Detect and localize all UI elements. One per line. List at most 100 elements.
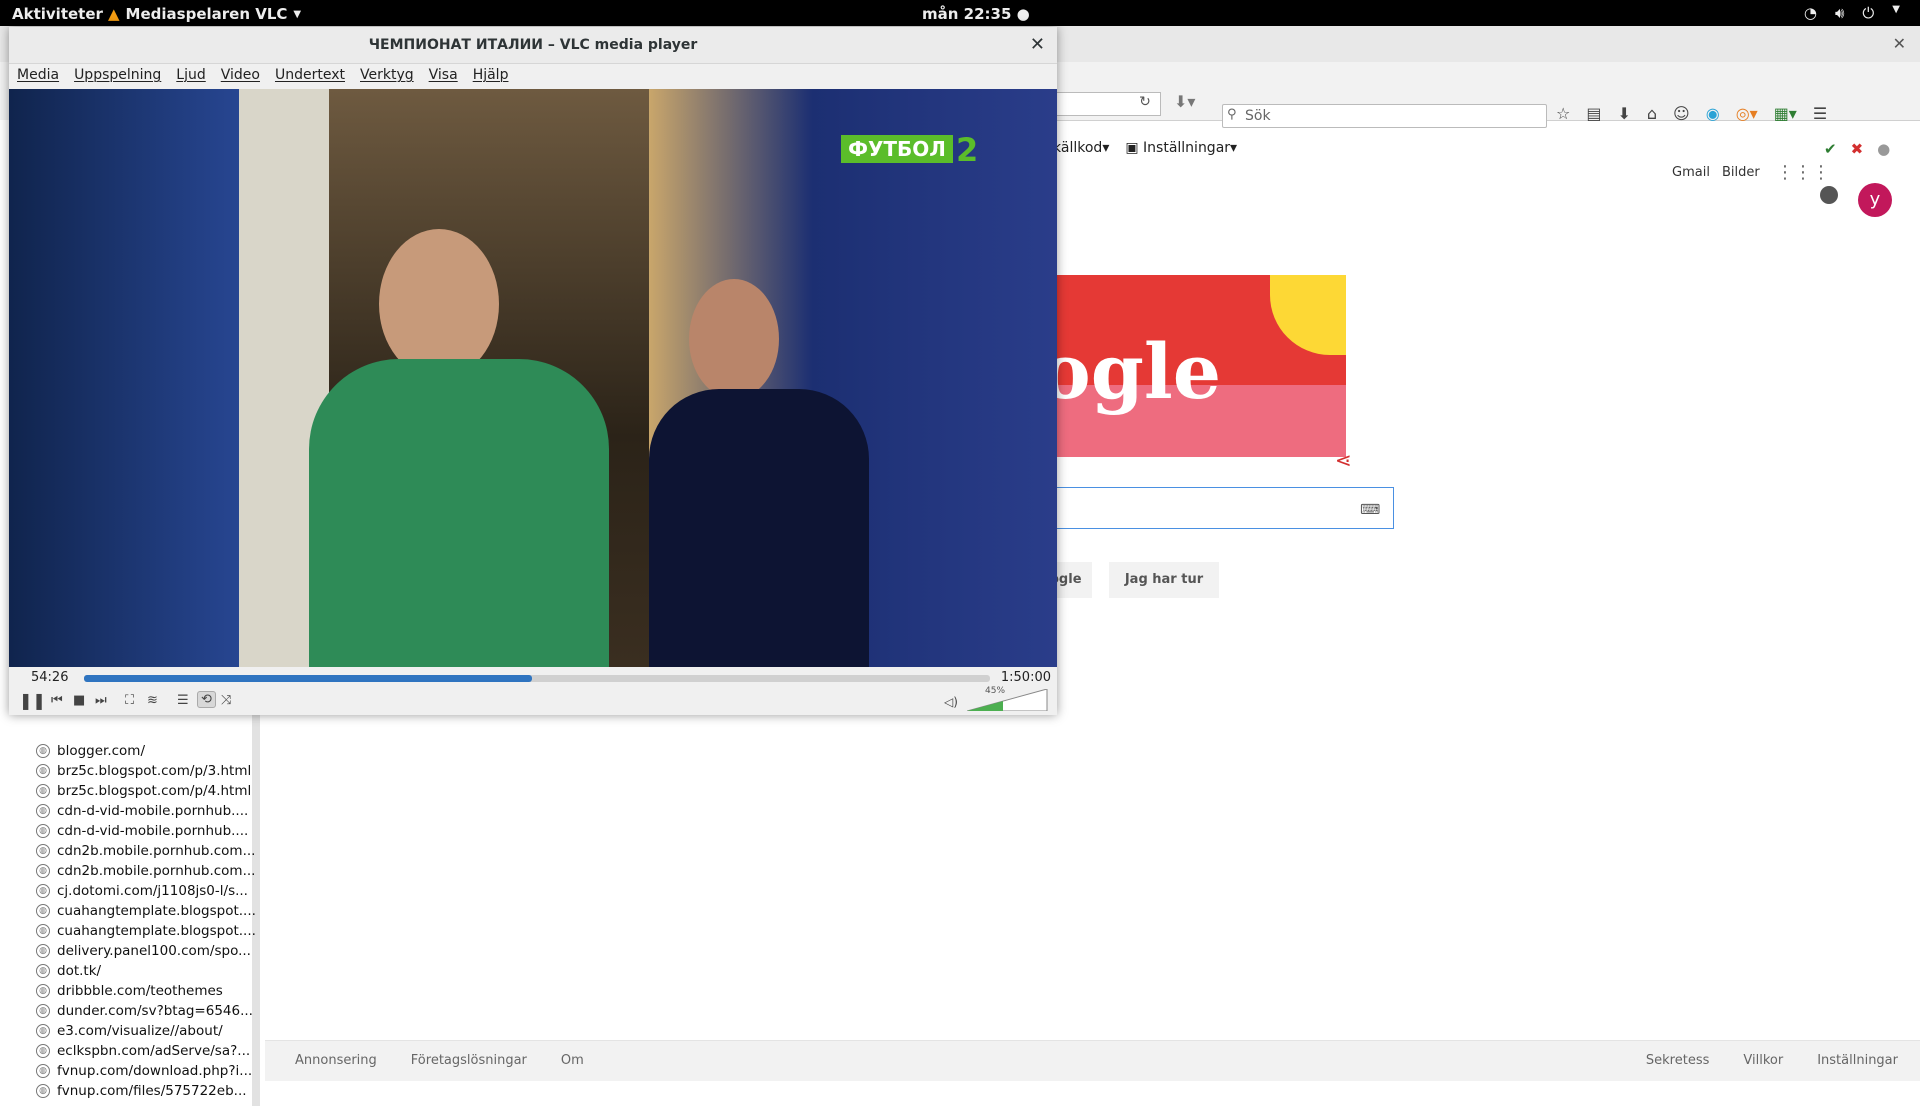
downloads-icon[interactable]: ⬇ [1617, 104, 1630, 123]
globe-icon: ◍ [36, 984, 50, 998]
footer-link-terms[interactable]: Villkor [1743, 1053, 1783, 1068]
menu-audio[interactable]: Ljud [176, 67, 205, 83]
channel-logo-number: 2 [956, 131, 979, 169]
menu-view[interactable]: Visa [429, 67, 458, 83]
menu-subtitle[interactable]: Undertext [275, 67, 345, 83]
playlist-icon[interactable]: ☰ [177, 693, 189, 708]
history-item[interactable]: ◍ dot.tk/ [36, 961, 256, 981]
stop-icon[interactable]: ■ [73, 693, 85, 708]
reading-list-icon[interactable]: ▤ [1586, 104, 1601, 123]
history-item[interactable]: ◍ blogger.com/ [36, 741, 256, 761]
history-item[interactable]: ◍ cdn2b.mobile.pornhub.com... [36, 861, 256, 881]
speaker-icon[interactable]: ◁) [944, 695, 958, 709]
footer-link-privacy[interactable]: Sekretess [1646, 1053, 1709, 1068]
top-bar: Aktiviteter ▲ Mediaspelaren VLC ▼ mån 22… [0, 0, 1920, 26]
history-item[interactable]: ◍ delivery.panel100.com/spo... [36, 941, 256, 961]
feeling-lucky-button[interactable]: Jag har tur [1109, 562, 1219, 598]
next-icon[interactable]: ⏭ [95, 693, 107, 708]
footer-link-advertising[interactable]: Annonsering [295, 1053, 377, 1068]
chevron-down-icon: ▼ [293, 8, 302, 20]
circle-icon[interactable]: ● [1877, 140, 1890, 158]
images-link[interactable]: Bilder [1722, 165, 1760, 180]
history-item[interactable]: ◍ brz5c.blogspot.com/p/4.html [36, 781, 256, 801]
history-item[interactable]: ◍ e3.com/visualize//about/ [36, 1021, 256, 1041]
activities-button[interactable]: Aktiviteter [12, 5, 103, 23]
history-item-label: dunder.com/sv?btag=6546... [57, 1003, 253, 1019]
history-item[interactable]: ◍ dunder.com/sv?btag=6546... [36, 1001, 256, 1021]
history-item-label: brz5c.blogspot.com/p/3.html [57, 763, 252, 779]
video-player-figure [649, 389, 869, 667]
apps-grid-icon[interactable]: ⋮⋮⋮ [1776, 162, 1830, 183]
seek-bar[interactable] [84, 675, 990, 682]
video-area[interactable]: ФУТБОЛ 2 [9, 89, 1057, 667]
history-item[interactable]: ◍ eclkspbn.com/adServe/sa?... [36, 1041, 256, 1061]
history-item-label: cdn-d-vid-mobile.pornhub.... [57, 803, 249, 819]
history-item[interactable]: ◍ cdn-d-vid-mobile.pornhub.... [36, 801, 256, 821]
close-icon[interactable]: ✕ [1893, 34, 1906, 53]
loop-icon[interactable]: ⟲ [197, 691, 216, 708]
history-item[interactable]: ◍ dribbble.com/teothemes [36, 981, 256, 1001]
history-item[interactable]: ◍ fvnup.com/files/575722eb... [36, 1081, 256, 1101]
share-icon[interactable]: ⋖ [1335, 448, 1352, 472]
bookmark-star-icon[interactable]: ☆ [1556, 104, 1570, 123]
volume-icon: 🔊︎ [1834, 4, 1845, 22]
equalizer-icon[interactable]: ≋ [147, 693, 158, 708]
extension-icon[interactable]: ▦▾ [1774, 104, 1797, 123]
chevron-down-icon: ▼ [1892, 4, 1900, 15]
history-item-label: dribbble.com/teothemes [57, 983, 223, 999]
globe-icon: ◍ [36, 964, 50, 978]
reload-icon[interactable]: ↻ [1132, 94, 1158, 114]
history-item[interactable]: ◍ fvnup.com/download.php?i... [36, 1061, 256, 1081]
history-item-label: cj.dotomi.com/j1108js0-l/s... [57, 883, 248, 899]
doodle-text: ogle [1040, 327, 1222, 416]
addon-icon[interactable]: ◎▾ [1736, 104, 1758, 123]
history-item[interactable]: ◍ brz5c.blogspot.com/p/3.html [36, 761, 256, 781]
clock[interactable]: mån 22:35 ● [922, 5, 1030, 23]
history-item-label: cuahangtemplate.blogspot.... [57, 923, 256, 939]
channel-logo: ФУТБОЛ 2 [841, 131, 984, 169]
download-menu-icon[interactable]: ⬇▾ [1174, 92, 1195, 111]
globe-icon: ◍ [36, 764, 50, 778]
block-icon[interactable]: ✖ [1851, 140, 1864, 158]
footer-link-settings[interactable]: Inställningar [1817, 1053, 1898, 1068]
vlc-window: ЧЕМПИОНАТ ИТАЛИИ – VLC media player ✕ Me… [9, 27, 1057, 715]
gmail-link[interactable]: Gmail [1672, 165, 1710, 180]
system-tray[interactable]: ◔ 🔊︎ ⏻ ▼ [1804, 4, 1900, 22]
notifications-icon[interactable] [1820, 186, 1838, 204]
menu-playback[interactable]: Uppspelning [74, 67, 161, 83]
status-icons: ✔ ✖ ● [1824, 140, 1890, 158]
chat-icon[interactable]: ☺ [1673, 104, 1690, 123]
history-item-label: eclkspbn.com/adServe/sa?... [57, 1043, 251, 1059]
app-menu[interactable]: ▲ Mediaspelaren VLC ▼ [108, 5, 301, 23]
close-icon[interactable]: ✕ [1030, 34, 1045, 55]
vlc-titlebar[interactable]: ЧЕМПИОНАТ ИТАЛИИ – VLC media player ✕ [9, 27, 1057, 64]
history-item[interactable]: ◍ cuahangtemplate.blogspot.... [36, 921, 256, 941]
history-item[interactable]: ◍ cuahangtemplate.blogspot.... [36, 901, 256, 921]
history-item[interactable]: ◍ cdn2b.mobile.pornhub.com... [36, 841, 256, 861]
home-icon[interactable]: ⌂ [1647, 104, 1657, 123]
volume-slider[interactable]: 45% [967, 686, 1053, 711]
previous-icon[interactable]: ⏮ [51, 693, 63, 708]
menu-help[interactable]: Hjälp [473, 67, 509, 83]
footer-link-business[interactable]: Företagslösningar [411, 1053, 527, 1068]
menu-media[interactable]: Media [17, 67, 59, 83]
pause-icon[interactable]: ❚❚ [19, 691, 46, 710]
hamburger-menu-icon[interactable]: ☰ [1813, 104, 1827, 123]
sync-icon[interactable]: ◉ [1706, 104, 1720, 123]
video-player-figure [379, 229, 499, 379]
shuffle-icon[interactable]: ⤨ [221, 693, 231, 708]
footer-link-about[interactable]: Om [561, 1053, 584, 1068]
menu-video[interactable]: Video [221, 67, 260, 83]
globe-icon: ◍ [36, 944, 50, 958]
fullscreen-icon[interactable]: ⛶ [125, 693, 134, 708]
menu-tools[interactable]: Verktyg [360, 67, 414, 83]
search-input[interactable]: ⚲ Sök [1222, 104, 1547, 128]
app-menu-label: Mediaspelaren VLC [125, 5, 288, 23]
avatar[interactable]: y [1858, 183, 1892, 217]
keyboard-icon[interactable]: ⌨ [1360, 502, 1380, 518]
bookmark-settings[interactable]: ▣ Inställningar▾ [1125, 140, 1237, 156]
history-item[interactable]: ◍ cj.dotomi.com/j1108js0-l/s... [36, 881, 256, 901]
history-item[interactable]: ◍ cdn-d-vid-mobile.pornhub.... [36, 821, 256, 841]
history-item-label: dot.tk/ [57, 963, 102, 979]
check-icon[interactable]: ✔ [1824, 140, 1837, 158]
